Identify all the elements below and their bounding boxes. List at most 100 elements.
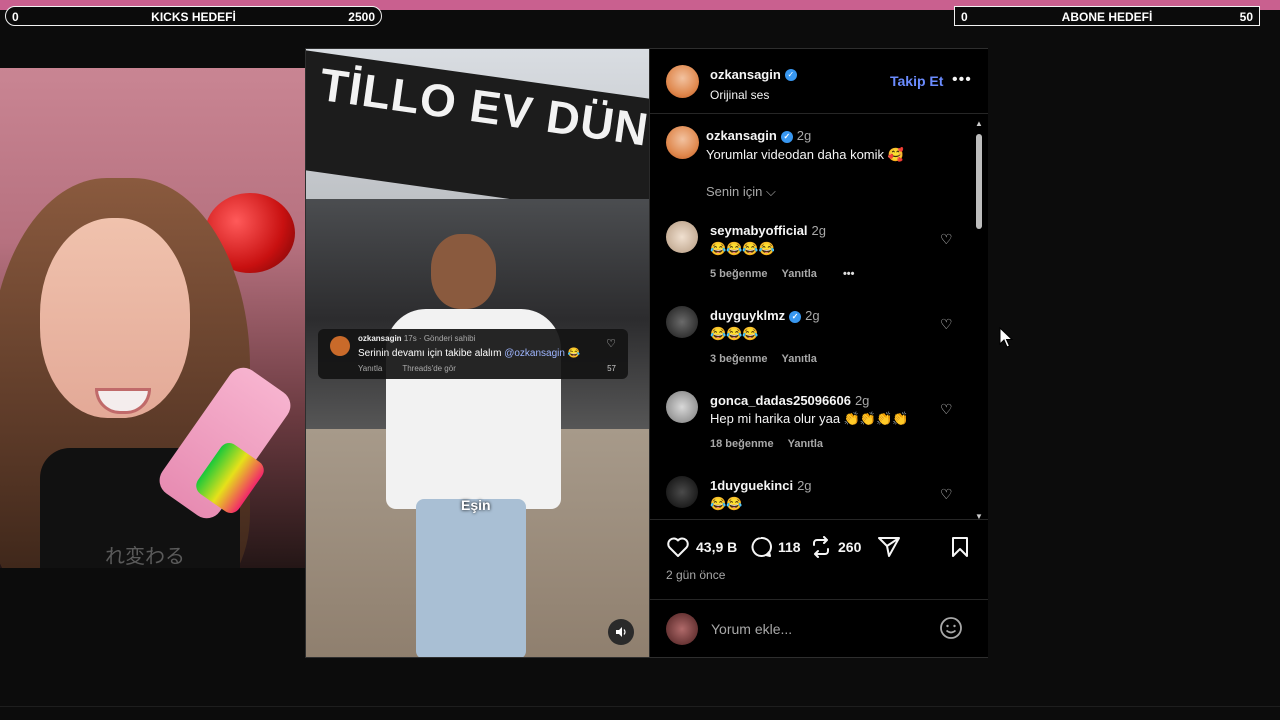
comment-text: 😂😂😂😂 bbox=[710, 241, 775, 256]
comment-user: duyguyklmz ✓ 2g bbox=[710, 308, 820, 323]
overlay-avatar bbox=[330, 336, 350, 356]
comment-actions: 3 beğenme Yanıtla bbox=[710, 353, 831, 365]
reply-button[interactable]: Yanıtla bbox=[781, 268, 816, 280]
man-jeans bbox=[416, 499, 526, 657]
comment-bubble-icon bbox=[751, 536, 772, 557]
comment-actions: 5 beğenme Yanıtla ••• bbox=[710, 268, 869, 280]
webcam-feed: れ変わる bbox=[0, 68, 307, 568]
add-comment-input[interactable]: Yorum ekle... bbox=[711, 621, 792, 637]
repost-icon bbox=[813, 536, 829, 558]
like-button[interactable]: 43,9 B bbox=[666, 536, 737, 558]
comment-likes[interactable]: 3 beğenme bbox=[710, 353, 767, 365]
comment-time: 2g bbox=[854, 393, 870, 408]
subscriber-goal-max: 50 bbox=[1239, 10, 1253, 24]
caption-username[interactable]: ozkansagin bbox=[706, 128, 777, 143]
comment-text: 😂😂😂 bbox=[710, 326, 759, 341]
overlay-meta: ozkansagin 17s · Gönderi sahibi bbox=[358, 334, 476, 343]
comment-text: Hep mi harika olur yaa 👏👏👏👏 bbox=[710, 411, 909, 426]
reply-button[interactable]: Yanıtla bbox=[788, 438, 823, 450]
mouse-cursor-icon bbox=[999, 327, 1013, 348]
instagram-post-modal: TİLLO EV DÜNYASI ozkansagin 17s · Gönder… bbox=[305, 48, 988, 658]
subscriber-goal-label: ABONE HEDEFİ bbox=[1061, 10, 1153, 24]
share-button[interactable] bbox=[878, 536, 906, 558]
caption-user: ozkansagin ✓ 2g bbox=[706, 128, 811, 143]
like-heart-icon[interactable]: ♡ bbox=[940, 401, 953, 418]
post-date: 2 gün önce bbox=[666, 568, 726, 582]
man-head bbox=[431, 234, 496, 309]
audio-label[interactable]: Orijinal ses bbox=[710, 88, 797, 102]
caption-text: Yorumlar videodan daha komik 🥰 bbox=[706, 147, 904, 162]
bottom-divider bbox=[0, 706, 1280, 707]
verified-icon: ✓ bbox=[784, 68, 797, 81]
comment-avatar[interactable] bbox=[666, 221, 698, 253]
comment-likes[interactable]: 18 beğenme bbox=[710, 438, 774, 450]
caption-time: 2g bbox=[796, 128, 812, 143]
overlay-heart-icon: ♡ bbox=[606, 338, 616, 350]
comment-avatar[interactable] bbox=[666, 306, 698, 338]
kicks-goal-min: 0 bbox=[12, 10, 19, 24]
bookmark-icon bbox=[952, 537, 968, 557]
heart-icon bbox=[667, 537, 689, 557]
comment-user: 1duyguekinci 2g bbox=[710, 478, 812, 493]
verified-icon: ✓ bbox=[780, 130, 793, 143]
post-sidebar: ozkansagin ✓ Orijinal ses Takip Et ••• oz… bbox=[649, 49, 988, 657]
save-button[interactable] bbox=[950, 536, 976, 558]
like-heart-icon[interactable]: ♡ bbox=[940, 486, 953, 503]
overlay-actions: Yanıtla Threads'de gör bbox=[358, 364, 456, 373]
author-avatar[interactable] bbox=[666, 65, 699, 98]
kicks-goal-max: 2500 bbox=[348, 10, 375, 24]
comment-user: gonca_dadas25096606 2g bbox=[710, 393, 869, 408]
scroll-up-arrow-icon[interactable]: ▲ bbox=[975, 119, 983, 128]
subscriber-goal-min: 0 bbox=[961, 10, 968, 24]
send-icon bbox=[878, 537, 900, 557]
comment-username[interactable]: 1duyguekinci bbox=[710, 478, 793, 493]
comment-count: 118 bbox=[778, 539, 801, 555]
kicks-goal-label: KICKS HEDEFİ bbox=[151, 10, 236, 24]
comment-time: 2g bbox=[805, 308, 820, 323]
video-subtitle: Eşin bbox=[461, 497, 491, 513]
subscriber-goal-bar: 0 ABONE HEDEFİ 50 bbox=[954, 6, 1260, 26]
overlay-like-count: 57 bbox=[607, 364, 616, 373]
reply-button[interactable]: Yanıtla bbox=[781, 353, 816, 365]
add-comment-row: Yorum ekle... bbox=[650, 599, 988, 658]
comment-username[interactable]: gonca_dadas25096606 bbox=[710, 393, 851, 408]
comment-button[interactable]: 118 bbox=[750, 536, 801, 558]
more-options-icon[interactable]: ••• bbox=[952, 71, 972, 89]
reel-video[interactable]: TİLLO EV DÜNYASI ozkansagin 17s · Gönder… bbox=[306, 49, 649, 657]
overlay-text: Serinin devamı için takibe alalım @ozkan… bbox=[358, 348, 581, 359]
emoji-icon[interactable] bbox=[939, 616, 963, 640]
sort-dropdown[interactable]: Senin için ⌵ bbox=[706, 184, 776, 200]
kicks-goal-bar: 0 KICKS HEDEFİ 2500 bbox=[5, 6, 382, 26]
video-overlay-comment: ozkansagin 17s · Gönderi sahibi Serinin … bbox=[318, 329, 628, 379]
comments-scrollbar[interactable]: ▲ ▼ bbox=[974, 119, 984, 521]
comment-username[interactable]: seymabyofficial bbox=[710, 223, 808, 238]
caption-avatar[interactable] bbox=[666, 126, 699, 159]
comment-user: seymabyofficial 2g bbox=[710, 223, 826, 238]
like-heart-icon[interactable]: ♡ bbox=[940, 316, 953, 333]
like-count: 43,9 B bbox=[696, 539, 738, 555]
current-user-avatar bbox=[666, 613, 698, 645]
author-block: ozkansagin ✓ Orijinal ses bbox=[710, 66, 797, 102]
repost-button[interactable]: 260 bbox=[810, 536, 861, 558]
follow-button[interactable]: Takip Et bbox=[890, 73, 943, 89]
scrollbar-thumb[interactable] bbox=[976, 134, 982, 229]
comment-avatar[interactable] bbox=[666, 476, 698, 508]
comment-more-icon[interactable]: ••• bbox=[843, 268, 855, 280]
like-heart-icon[interactable]: ♡ bbox=[940, 231, 953, 248]
comment-avatar[interactable] bbox=[666, 391, 698, 423]
comment-text: 😂😂 bbox=[710, 496, 743, 511]
comment-username[interactable]: duyguyklmz bbox=[710, 308, 785, 323]
comments-list: ozkansagin ✓ 2g Yorumlar videodan daha kom… bbox=[650, 114, 988, 519]
repost-count: 260 bbox=[838, 539, 862, 555]
speaker-icon bbox=[616, 627, 626, 637]
post-actions-bar: 43,9 B 118 260 2 gün önce bbox=[650, 519, 988, 600]
verified-icon: ✓ bbox=[789, 310, 802, 323]
volume-button[interactable] bbox=[608, 619, 634, 645]
post-header: ozkansagin ✓ Orijinal ses Takip Et ••• bbox=[650, 49, 988, 114]
comment-actions: 18 beğenme Yanıtla bbox=[710, 438, 837, 450]
author-name[interactable]: ozkansagin bbox=[710, 67, 781, 82]
shirt-print-text: れ変わる bbox=[105, 544, 185, 568]
comment-likes[interactable]: 5 beğenme bbox=[710, 268, 767, 280]
comment-time: 2g bbox=[811, 223, 827, 238]
comment-time: 2g bbox=[797, 478, 812, 493]
